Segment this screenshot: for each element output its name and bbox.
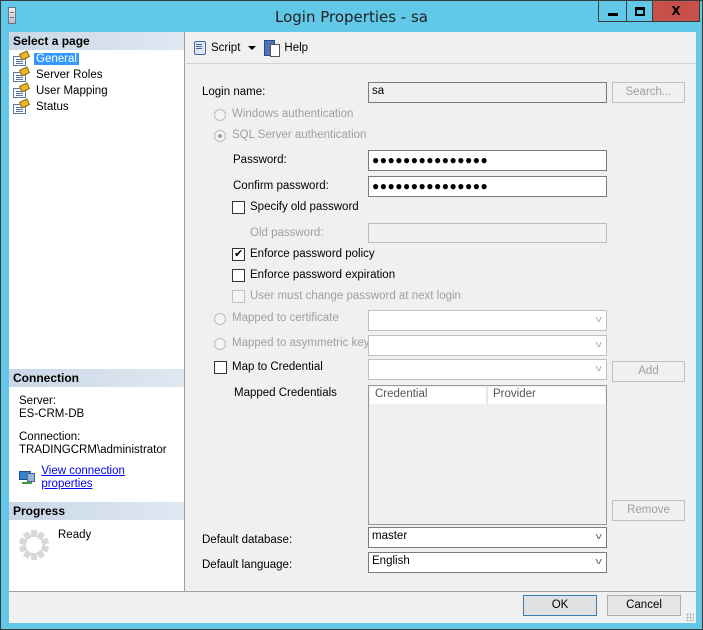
asymmetric-key-combo[interactable]: v	[368, 335, 607, 356]
page-item-server-roles[interactable]: Server Roles	[13, 65, 180, 83]
dialog-button-bar: OK Cancel	[9, 591, 696, 623]
resize-grip-icon[interactable]	[686, 613, 694, 621]
specify-old-password-checkbox[interactable]	[232, 201, 245, 214]
help-label: Help	[284, 41, 309, 54]
script-icon	[192, 40, 207, 55]
mapped-asymmetric-key-radio[interactable]	[214, 338, 226, 350]
old-password-input[interactable]	[368, 223, 607, 243]
default-language-value: English	[372, 555, 410, 567]
old-password-label: Old password:	[250, 227, 324, 239]
column-header-credential[interactable]: Credential	[370, 387, 488, 404]
page-label: General	[34, 53, 79, 65]
search-button[interactable]: Search...	[612, 82, 685, 103]
page-wizard-icon	[13, 81, 31, 99]
chevron-down-icon: v	[594, 364, 602, 374]
close-icon: X	[671, 4, 681, 18]
add-credential-button[interactable]: Add	[612, 361, 685, 382]
default-database-label: Default database:	[202, 534, 293, 546]
toolbar: Script Help	[186, 32, 696, 64]
enforce-password-policy-checkbox[interactable]	[232, 247, 245, 261]
help-icon	[264, 39, 281, 57]
connection-value: TRADINGCRM\administrator	[19, 444, 167, 456]
page-label: User Mapping	[36, 85, 108, 97]
map-to-credential-checkbox[interactable]	[214, 361, 227, 374]
sql-auth-label: SQL Server authentication	[232, 129, 367, 141]
login-properties-window: Login Properties - sa X Select a page Ge…	[0, 0, 703, 630]
enforce-password-expiration-checkbox[interactable]	[232, 269, 245, 282]
progress-section: Progress Ready	[9, 502, 184, 580]
column-header-provider[interactable]: Provider	[488, 387, 605, 404]
confirm-password-input[interactable]: ●●●●●●●●●●●●●●●	[368, 176, 607, 197]
mapped-credentials-label: Mapped Credentials	[234, 387, 337, 399]
mapped-credentials-grid[interactable]: Credential Provider	[368, 385, 607, 525]
cancel-button[interactable]: Cancel	[607, 595, 681, 616]
map-to-credential-label: Map to Credential	[232, 361, 323, 373]
chevron-down-icon: v	[594, 340, 602, 350]
must-change-password-label: User must change password at next login	[250, 290, 461, 302]
page-label: Status	[36, 101, 69, 113]
default-database-combo[interactable]: master v	[368, 527, 607, 548]
windows-auth-radio[interactable]	[214, 109, 226, 121]
credential-combo[interactable]: v	[368, 359, 607, 380]
page-item-general[interactable]: General	[13, 49, 180, 67]
server-value: ES-CRM-DB	[19, 408, 85, 420]
enforce-password-policy-label: Enforce password policy	[250, 248, 375, 260]
windows-auth-label: Windows authentication	[232, 108, 354, 120]
general-page-form: Login name: sa Search... Windows authent…	[186, 65, 696, 591]
minimize-icon	[607, 12, 618, 16]
title-bar[interactable]: Login Properties - sa X	[1, 1, 702, 32]
mapped-asymmetric-key-label: Mapped to asymmetric key	[232, 337, 370, 349]
maximize-button[interactable]	[627, 1, 653, 21]
script-dropdown-arrow-icon[interactable]	[248, 45, 257, 50]
default-database-value: master	[372, 530, 408, 542]
enforce-password-expiration-label: Enforce password expiration	[250, 269, 396, 281]
password-input[interactable]: ●●●●●●●●●●●●●●●	[368, 150, 607, 171]
connection-properties-icon	[19, 471, 36, 485]
chevron-down-icon: v	[594, 532, 602, 542]
help-button[interactable]: Help	[264, 39, 309, 57]
window-title: Login Properties - sa	[275, 8, 428, 26]
page-item-status[interactable]: Status	[13, 97, 180, 115]
close-button[interactable]: X	[653, 1, 699, 21]
page-wizard-icon	[13, 97, 31, 115]
certificate-combo[interactable]: v	[368, 310, 607, 331]
mapped-certificate-radio[interactable]	[214, 313, 226, 325]
connection-header: Connection	[9, 369, 184, 387]
password-label: Password:	[233, 154, 287, 166]
remove-credential-button[interactable]: Remove	[612, 500, 685, 521]
confirm-password-label: Confirm password:	[233, 180, 329, 192]
mapped-certificate-label: Mapped to certificate	[232, 312, 339, 324]
left-pane: Select a page General Server Roles User …	[9, 32, 185, 591]
login-name-label: Login name:	[202, 86, 266, 98]
minimize-button[interactable]	[599, 1, 627, 21]
page-list: General Server Roles User Mapping Status	[9, 49, 184, 116]
login-name-input[interactable]: sa	[368, 82, 607, 103]
must-change-password-checkbox[interactable]	[232, 290, 245, 303]
default-language-combo[interactable]: English v	[368, 552, 607, 573]
script-label: Script	[211, 41, 241, 54]
page-wizard-icon	[13, 49, 31, 67]
ok-button[interactable]: OK	[523, 595, 597, 616]
script-button[interactable]: Script	[192, 40, 257, 55]
chevron-down-icon: v	[594, 315, 602, 325]
default-language-label: Default language:	[202, 559, 293, 571]
progress-status: Ready	[58, 529, 92, 541]
specify-old-password-label: Specify old password	[250, 201, 359, 213]
sql-auth-radio[interactable]	[214, 130, 226, 142]
server-label: Server:	[19, 395, 57, 407]
connection-section: Connection Server: ES-CRM-DB Connection:…	[9, 369, 184, 499]
progress-header: Progress	[9, 502, 184, 520]
chevron-down-icon: v	[594, 557, 602, 567]
page-wizard-icon	[13, 65, 31, 83]
progress-spinner-icon	[18, 530, 50, 560]
page-label: Server Roles	[36, 69, 103, 81]
select-page-header: Select a page	[9, 32, 184, 50]
page-item-user-mapping[interactable]: User Mapping	[13, 81, 180, 99]
connection-label: Connection:	[19, 431, 81, 443]
window-controls: X	[598, 1, 700, 22]
view-connection-properties-link[interactable]: View connection properties	[41, 465, 174, 491]
maximize-icon	[634, 6, 645, 16]
grid-header: Credential Provider	[370, 387, 605, 404]
dialog-client-area: Select a page General Server Roles User …	[9, 32, 696, 623]
